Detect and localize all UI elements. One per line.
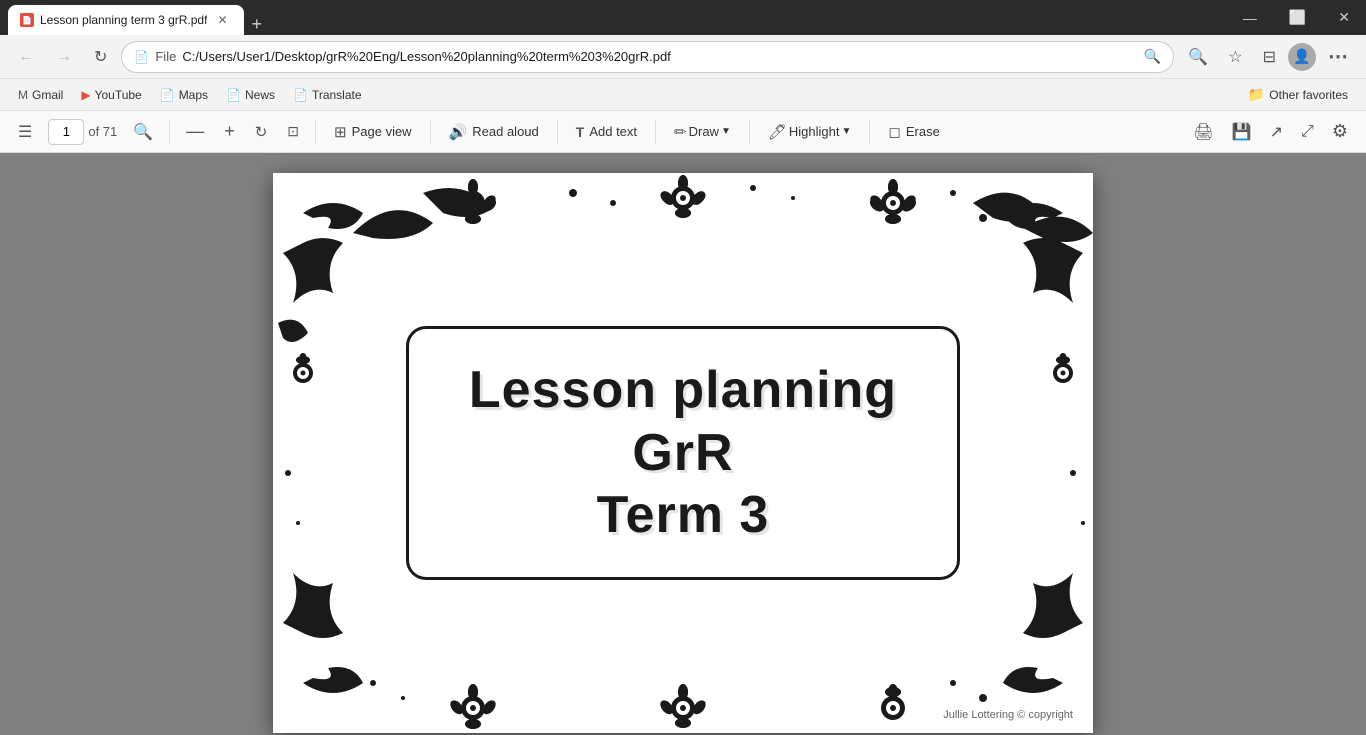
page-input-group: of 71 [48, 119, 117, 145]
bookmark-news[interactable]: 📄 News [218, 84, 283, 106]
bookmark-translate-label: Translate [312, 88, 362, 102]
folder-icon: 📁 [1248, 86, 1265, 103]
highlight-button[interactable]: 🖊 Highlight ▼ [758, 118, 862, 146]
file-icon: 📄 [134, 50, 149, 64]
copyright-text: Jullie Lottering © copyright [943, 709, 1073, 721]
back-button[interactable]: ← [10, 42, 42, 72]
draw-label: Draw [689, 124, 719, 139]
divider-2 [315, 120, 316, 144]
page-number-input[interactable] [48, 119, 84, 145]
navigation-bar: ← → ↻ 📄 File C:/Users/User1/Desktop/grR%… [0, 35, 1366, 79]
forward-button[interactable]: → [48, 42, 80, 72]
expand-button[interactable]: ⤢ [1293, 117, 1322, 147]
main-content: Lesson planning GrR Term 3 Jullie Lotter… [0, 153, 1366, 735]
sidebar-toggle-button[interactable]: ☰ [10, 116, 40, 148]
page-view-button[interactable]: ⊞ Page view [324, 118, 422, 146]
pdf-misc-buttons: 🖨 💾 ↗ ⤢ ⚙ [1185, 115, 1356, 148]
title-bar-controls: — ⬜ ✕ [1235, 5, 1358, 30]
read-aloud-label: Read aloud [472, 124, 539, 139]
pdf-toolbar: ☰ of 71 🔍 — + ↻ ⊡ ⊞ Page view 🔊 Read alo… [0, 111, 1366, 153]
search-button[interactable]: 🔍 [1180, 41, 1216, 73]
translate-icon: 📄 [293, 88, 308, 102]
rotate-button[interactable]: ↻ [247, 117, 276, 147]
print-button[interactable]: 🖨 [1185, 116, 1221, 148]
youtube-icon: ▶ [81, 88, 90, 102]
add-text-icon: T [576, 124, 585, 140]
divider-4 [557, 120, 558, 144]
maximize-button[interactable]: ⬜ [1281, 5, 1314, 30]
erase-icon: ◻ [888, 123, 900, 141]
draw-arrow-icon: ▼ [721, 126, 731, 137]
divider-5 [655, 120, 656, 144]
title-bar: 📄 Lesson planning term 3 grR.pdf ✕ + — ⬜… [0, 0, 1366, 35]
tab-favicon: 📄 [20, 13, 34, 27]
add-text-button[interactable]: T Add text [566, 119, 647, 145]
read-aloud-button[interactable]: 🔊 Read aloud [439, 118, 549, 146]
divider-3 [430, 120, 431, 144]
lesson-title-line1: Lesson planning [469, 359, 897, 421]
divider-1 [169, 120, 170, 144]
page-total-label: of 71 [88, 124, 117, 139]
close-button[interactable]: ✕ [1330, 5, 1358, 30]
zoom-out-button[interactable]: — [178, 115, 212, 148]
erase-button[interactable]: ◻ Erase [878, 118, 949, 146]
search-icon: 🔍 [1144, 48, 1161, 65]
minimize-button[interactable]: — [1235, 6, 1265, 30]
read-aloud-icon: 🔊 [449, 123, 468, 141]
title-bar-left: 📄 Lesson planning term 3 grR.pdf ✕ + [8, 0, 1235, 35]
divider-6 [749, 120, 750, 144]
bookmark-maps[interactable]: 📄 Maps [152, 84, 216, 106]
pdf-search-button[interactable]: 🔍 [125, 116, 161, 148]
address-bar[interactable]: 📄 File C:/Users/User1/Desktop/grR%20Eng/… [121, 41, 1174, 73]
gmail-icon: M [18, 88, 28, 102]
highlight-label: Highlight [789, 124, 840, 139]
tab-title: Lesson planning term 3 grR.pdf [40, 13, 207, 27]
pdf-inner-frame: Lesson planning GrR Term 3 [406, 326, 960, 579]
zoom-in-button[interactable]: + [216, 115, 243, 148]
bookmark-translate[interactable]: 📄 Translate [285, 84, 370, 106]
add-text-label: Add text [589, 124, 637, 139]
bookmark-gmail[interactable]: M Gmail [10, 84, 71, 106]
news-icon: 📄 [226, 88, 241, 102]
highlight-icon: 🖊 [768, 123, 787, 141]
bookmarks-right: 📁 Other favorites [1240, 82, 1356, 107]
collections-button[interactable]: ⊟ [1255, 41, 1284, 73]
other-favorites-label: Other favorites [1269, 88, 1348, 102]
pdf-page: Lesson planning GrR Term 3 Jullie Lotter… [273, 173, 1093, 733]
erase-label: Erase [906, 124, 940, 139]
bookmark-maps-label: Maps [179, 88, 208, 102]
highlight-arrow-icon: ▼ [842, 126, 852, 137]
bookmark-gmail-label: Gmail [32, 88, 63, 102]
share-button[interactable]: ↗ [1262, 116, 1291, 148]
active-tab[interactable]: 📄 Lesson planning term 3 grR.pdf ✕ [8, 5, 244, 35]
fit-page-button[interactable]: ⊡ [279, 117, 307, 146]
profile-button[interactable]: 👤 [1288, 43, 1316, 71]
bookmark-youtube-label: YouTube [95, 88, 142, 102]
other-favorites-button[interactable]: 📁 Other favorites [1240, 82, 1356, 107]
pdf-settings-button[interactable]: ⚙ [1324, 115, 1356, 148]
tab-strip: 📄 Lesson planning term 3 grR.pdf ✕ + [8, 0, 270, 35]
maps-icon: 📄 [160, 88, 175, 102]
more-button[interactable]: ⋯ [1320, 38, 1356, 75]
nav-actions: 🔍 ☆ ⊟ 👤 ⋯ [1180, 38, 1356, 75]
file-label: File [155, 49, 176, 64]
refresh-button[interactable]: ↻ [86, 41, 115, 73]
draw-icon: ✏ [674, 123, 687, 141]
lesson-title-line2: GrR [469, 422, 897, 484]
address-text: C:/Users/User1/Desktop/grR%20Eng/Lesson%… [182, 49, 1138, 64]
bookmark-youtube[interactable]: ▶ YouTube [73, 84, 149, 106]
tab-close-button[interactable]: ✕ [213, 11, 231, 29]
lesson-title-line3: Term 3 [469, 484, 897, 546]
favorites-button[interactable]: ☆ [1220, 41, 1250, 73]
bookmark-news-label: News [245, 88, 275, 102]
draw-button[interactable]: ✏ Draw ▼ [664, 118, 741, 146]
page-view-label: Page view [352, 124, 412, 139]
page-view-icon: ⊞ [334, 123, 347, 141]
bookmarks-bar: M Gmail ▶ YouTube 📄 Maps 📄 News 📄 Transl… [0, 79, 1366, 111]
new-tab-button[interactable]: + [244, 14, 271, 35]
save-button[interactable]: 💾 [1224, 116, 1260, 148]
divider-7 [869, 120, 870, 144]
